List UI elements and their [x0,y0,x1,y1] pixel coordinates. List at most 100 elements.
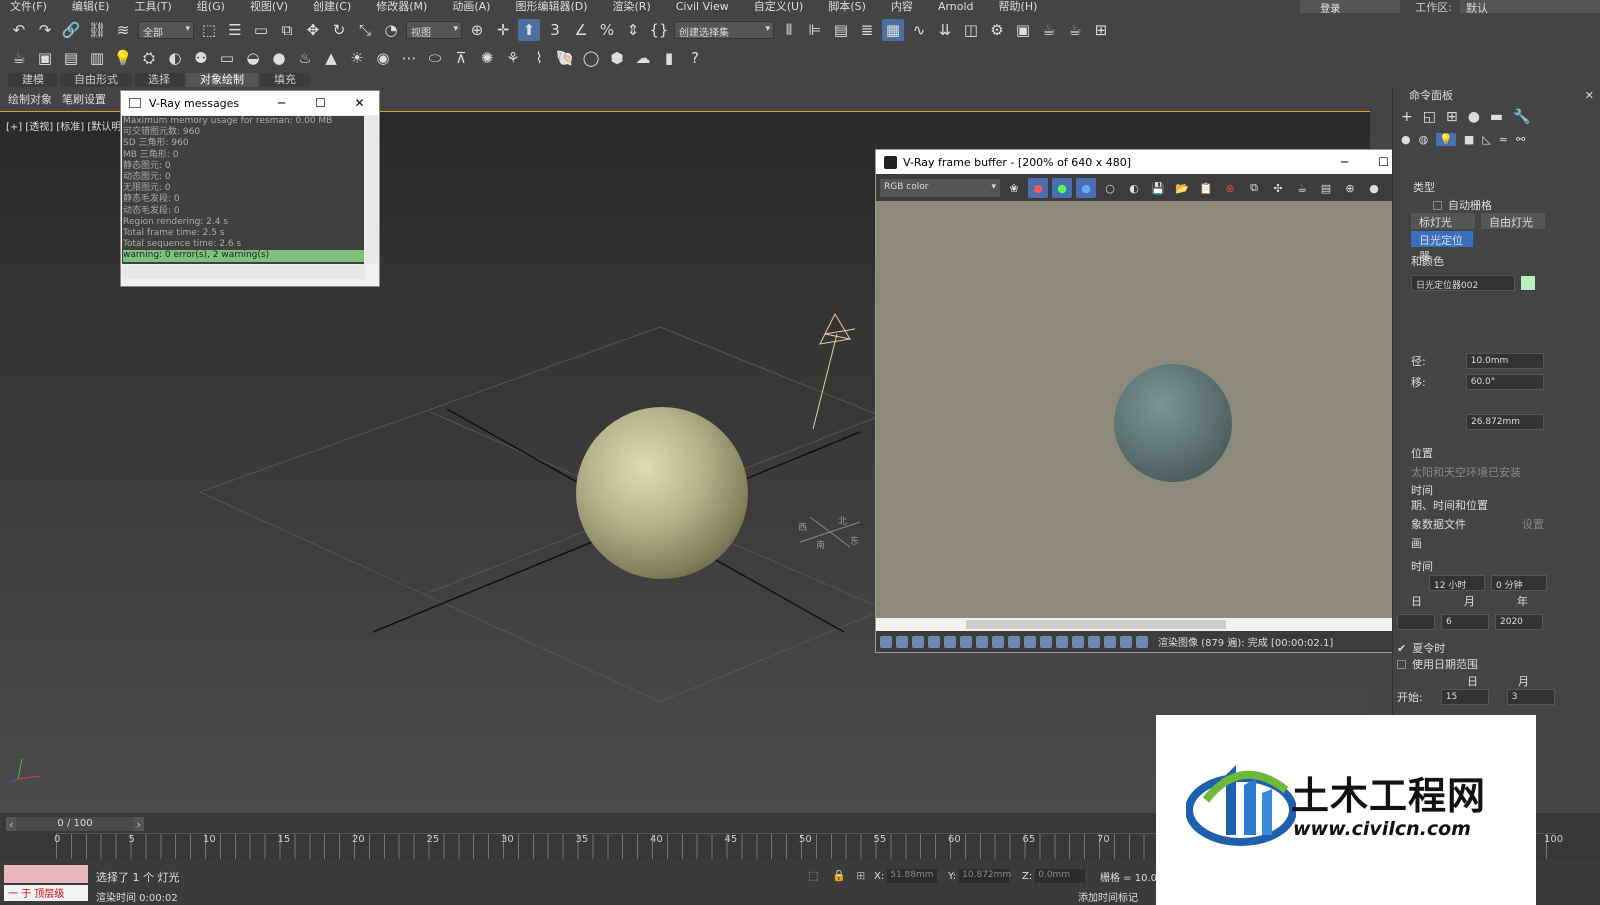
render-setup-icon[interactable]: ⚙ [986,19,1008,41]
status-icon[interactable] [1024,635,1036,648]
textured-sphere[interactable] [576,407,748,579]
vray-sphere-icon[interactable]: ◯ [580,47,602,69]
mirror-icon[interactable]: ⫴ [778,19,800,41]
weather-file-radio[interactable]: 象数据文件 [1411,516,1466,532]
menu-modifiers[interactable]: 修改器(M) [366,0,442,13]
status-icon[interactable] [1088,635,1100,648]
bind-spacewarp-icon[interactable]: ≋ [112,19,134,41]
scale-icon[interactable]: ⤡ [354,19,376,41]
minimize-icon[interactable]: ─ [262,91,301,115]
add-time-tag-button[interactable]: 添加时间标记 [1078,889,1138,904]
status-icon[interactable] [960,635,972,648]
alpha-white-icon[interactable]: ○ [1100,178,1120,198]
cameras-icon[interactable]: ■ [1464,133,1474,146]
tab-selection[interactable]: 选择 [134,73,184,87]
menu-tools[interactable]: 工具(T) [124,0,186,13]
object-name-field[interactable]: 日光定位器002 [1411,275,1515,291]
vfb-icon[interactable]: ▣ [34,47,56,69]
menu-group[interactable]: 组(G) [187,0,240,13]
distance-field[interactable]: 26.872mm [1466,414,1544,430]
reference-coord-dropdown[interactable]: 视图 [406,21,462,39]
status-icon[interactable] [912,635,924,648]
dst-checkbox[interactable]: ✔ [1397,642,1406,655]
offset-field[interactable]: 60.0° [1465,374,1544,390]
material-editor-icon[interactable]: ◫ [960,19,982,41]
pivot-icon[interactable]: ⊕ [466,19,488,41]
start-month-field[interactable]: 3 [1506,689,1555,705]
workspace-dropdown[interactable]: 默认 [1460,0,1600,15]
maximize-icon[interactable]: ☐ [301,91,340,115]
vray-messages-titlebar[interactable]: V-Ray messages ─ ☐ ✕ [121,91,379,115]
menu-animation[interactable]: 动画(A) [442,0,505,13]
link-to-3dsmax-icon[interactable]: ⊕ [1340,178,1360,198]
systems-icon[interactable]: ⚯ [1516,133,1525,146]
mono-icon[interactable]: ◐ [1124,178,1144,198]
vertical-scrollbar[interactable] [364,116,378,264]
vray-plane-icon[interactable]: ▭ [216,47,238,69]
tab-object-paint[interactable]: 对象绘制 [186,73,258,87]
vray-spot-icon[interactable]: ▲ [320,47,342,69]
month-field[interactable]: 6 [1441,614,1489,630]
keyboard-shortcut-icon[interactable]: ⬆ [518,19,540,41]
align-icon[interactable]: ⊫ [804,19,826,41]
horizontal-scrollbar[interactable] [122,265,365,279]
status-icon[interactable] [880,635,892,648]
z-field[interactable]: 0.0mm [1035,869,1086,883]
vray-vrscans-icon[interactable]: ◐ [164,47,186,69]
color-channels-icon[interactable]: ❀ [1004,178,1024,198]
status-icon[interactable] [1136,635,1148,648]
unlink-icon[interactable]: ⛓ [86,19,108,41]
snap-toggle-icon[interactable]: 3 [544,19,566,41]
menu-civil-view[interactable]: Civil View [666,0,744,13]
status-icon[interactable] [1008,635,1020,648]
object-color-swatch[interactable] [1521,276,1535,290]
schematic-view-icon[interactable]: ⇊ [934,19,956,41]
create-tab-icon[interactable]: + [1401,109,1413,125]
select-by-name-icon[interactable]: ☰ [224,19,246,41]
vfb-horizontal-scrollbar[interactable] [876,618,1429,631]
stop-render-icon[interactable]: ● [1364,178,1384,198]
tab-freeform[interactable]: 自由形式 [60,73,132,87]
prev-frame-icon[interactable]: ‹ [6,818,16,831]
close-icon[interactable]: ✕ [340,91,379,115]
vray-material-icon[interactable]: ⬢ [606,47,628,69]
edit-named-sel-icon[interactable]: {} [648,19,670,41]
status-icon[interactable] [976,635,988,648]
spinner-snap-icon[interactable]: ⇕ [622,19,644,41]
link-icon[interactable]: 🔗 [60,19,82,41]
daylight-system[interactable]: x [805,309,875,479]
vray-debug-icon[interactable]: ▮ [658,47,680,69]
blue-channel-icon[interactable]: ● [1076,178,1096,198]
vray-mesh-export-icon[interactable]: ⛭ [138,47,160,69]
tab-populate[interactable]: 填充 [260,73,310,87]
vray-ies-icon[interactable]: ♨ [294,47,316,69]
layer-field[interactable]: 一 于 顶层级 [4,885,88,901]
rendered-frame-icon[interactable]: ▣ [1012,19,1034,41]
select-manipulate-icon[interactable]: ✛ [492,19,514,41]
date-time-position-radio[interactable]: 期、时间和位置 [1411,497,1488,513]
subtab-brush-settings[interactable]: 笔刷设置 [62,91,106,107]
login-dropdown[interactable]: 登录 [1300,0,1401,15]
utilities-tab-icon[interactable]: 🔧 [1513,109,1530,125]
vray-proxy-icon[interactable]: ⋯ [398,47,420,69]
isolate-icon[interactable]: ⬚ [808,869,818,882]
menu-content[interactable]: 内容 [881,0,928,13]
status-icon[interactable] [1056,635,1068,648]
window-crossing-icon[interactable]: ⧉ [276,19,298,41]
save-image-icon[interactable]: 💾 [1148,178,1168,198]
clear-image-icon[interactable]: ⊗ [1220,178,1240,198]
minimize-icon[interactable]: ─ [1325,150,1364,174]
move-icon[interactable]: ✥ [302,19,324,41]
compass-rose[interactable]: 北 西 东 南 [790,512,870,552]
vray-hair-icon[interactable]: ⌇ [528,47,550,69]
vray-capsule-icon[interactable]: ⬭ [424,47,446,69]
frame-counter[interactable]: 0 / 100 [16,817,134,831]
time-slider[interactable]: ‹ 0 / 100 › [6,817,144,831]
lights-icon[interactable]: 💡 [1436,133,1456,146]
minutes-field[interactable]: 0 分钟 [1491,575,1547,591]
green-channel-icon[interactable]: ● [1052,178,1072,198]
load-image-icon[interactable]: 📂 [1172,178,1192,198]
vray-cloud-icon[interactable]: ☁ [632,47,654,69]
undo-icon[interactable]: ↶ [8,19,30,41]
weather-settings-button[interactable]: 设置 [1522,516,1544,532]
